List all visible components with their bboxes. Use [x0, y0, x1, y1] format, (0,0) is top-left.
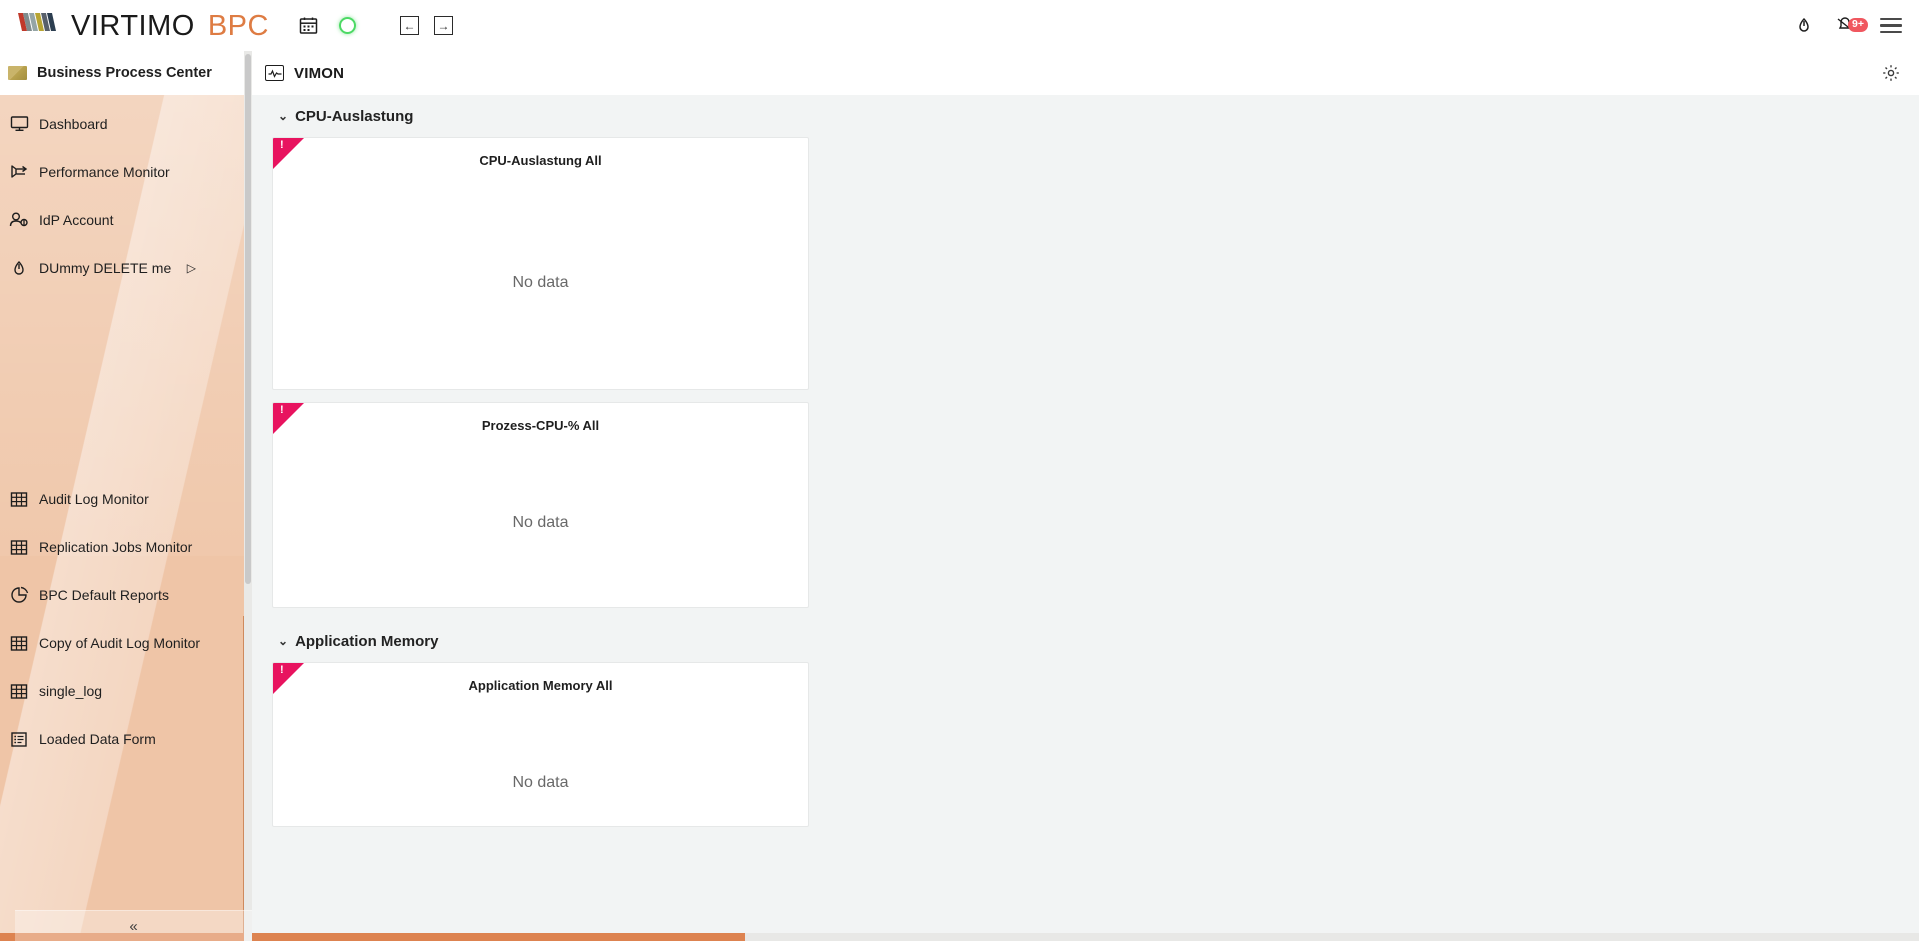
performance-icon	[8, 161, 30, 183]
sidebar-item-audit-log-monitor[interactable]: Audit Log Monitor	[0, 475, 252, 523]
widget-title: CPU-Auslastung All	[273, 138, 808, 168]
section-label: CPU-Auslastung	[295, 108, 413, 125]
widget-title: Application Memory All	[273, 663, 808, 693]
widget-card-application-memory-all[interactable]: ! Application Memory All No data	[272, 662, 809, 827]
sidebar-spacer	[0, 292, 252, 475]
sidebar-item-dashboard[interactable]: Dashboard	[0, 100, 252, 148]
widget-title: Prozess-CPU-% All	[273, 403, 808, 433]
table-icon	[8, 488, 30, 510]
sidebar-item-loaded-data-form[interactable]: Loaded Data Form	[0, 715, 252, 763]
monitor-icon	[8, 113, 30, 135]
notification-badge: 9+	[1848, 18, 1868, 33]
calendar-icon[interactable]	[297, 14, 321, 38]
alert-ribbon	[273, 138, 304, 169]
sidebar-item-label: BPC Default Reports	[39, 587, 169, 603]
nav-forward-button[interactable]: →	[434, 16, 453, 35]
status-online-indicator[interactable]	[336, 14, 360, 38]
sidebar-item-label: Audit Log Monitor	[39, 491, 149, 507]
sidebar: Business Process Center Dashboard	[0, 51, 252, 941]
folder-icon	[8, 66, 27, 80]
logo-text: VIRTIMO	[71, 10, 195, 43]
pie-chart-icon	[8, 584, 30, 606]
sidebar-item-dummy-delete-me[interactable]: DUmmy DELETE me ▷	[0, 244, 252, 292]
sidebar-item-label: Performance Monitor	[39, 164, 170, 180]
nav-back-button[interactable]: ←	[400, 16, 419, 35]
chevron-down-icon[interactable]: ⌄	[278, 110, 288, 122]
alert-ribbon	[273, 663, 304, 694]
sidebar-header: Business Process Center	[0, 51, 252, 95]
dashboard-body: ⌄ CPU-Auslastung ! CPU-Auslastung All No…	[252, 95, 1919, 827]
sidebar-collapse-button[interactable]: «	[15, 910, 252, 941]
widget-empty-state: No data	[273, 693, 808, 792]
alert-ribbon-mark: !	[280, 405, 284, 416]
hamburger-menu-icon[interactable]	[1880, 14, 1902, 37]
virtimo-logo-mark	[18, 9, 70, 40]
user-account-icon	[8, 209, 30, 231]
content-header: VIMON	[252, 51, 1919, 95]
section-label: Application Memory	[295, 633, 438, 650]
gear-icon[interactable]	[1880, 62, 1902, 84]
table-icon	[8, 632, 30, 654]
top-bar: VIRTIMO BPC ← →	[0, 0, 1919, 51]
widget-card-prozess-cpu-all[interactable]: ! Prozess-CPU-% All No data	[272, 402, 809, 608]
widget-empty-state: No data	[273, 168, 808, 292]
alert-ribbon	[273, 403, 304, 434]
sidebar-item-performance-monitor[interactable]: Performance Monitor	[0, 148, 252, 196]
widget-empty-state: No data	[273, 433, 808, 532]
sidebar-nav-top: Dashboard Performance Monitor	[0, 95, 252, 763]
main-content: VIMON ⌄ CPU-Auslastung	[252, 51, 1919, 941]
sidebar-item-replication-jobs-monitor[interactable]: Replication Jobs Monitor	[0, 523, 252, 571]
chevron-right-icon[interactable]: ▷	[187, 261, 196, 275]
sidebar-item-label: IdP Account	[39, 212, 113, 228]
sidebar-item-label: single_log	[39, 683, 102, 699]
top-nav-icons: ← →	[297, 14, 453, 38]
table-icon	[8, 536, 30, 558]
page-title: VIMON	[294, 65, 344, 82]
sidebar-item-label: Replication Jobs Monitor	[39, 539, 192, 555]
app-logo[interactable]: VIRTIMO BPC	[18, 9, 269, 43]
bottom-progress-strip	[0, 933, 1919, 941]
sidebar-item-label: Dashboard	[39, 116, 108, 132]
sidebar-item-label: Copy of Audit Log Monitor	[39, 635, 200, 651]
form-list-icon	[8, 728, 30, 750]
sidebar-item-label: DUmmy DELETE me	[39, 260, 171, 276]
sidebar-item-copy-of-audit-log-monitor[interactable]: Copy of Audit Log Monitor	[0, 619, 252, 667]
sidebar-scrollbar-thumb[interactable]	[245, 54, 251, 584]
alert-ribbon-mark: !	[280, 140, 284, 151]
notifications-button[interactable]: 9+	[1835, 14, 1861, 38]
sidebar-item-single-log[interactable]: single_log	[0, 667, 252, 715]
sidebar-item-idp-account[interactable]: IdP Account	[0, 196, 252, 244]
alert-ribbon-mark: !	[280, 665, 284, 676]
flame-icon	[8, 257, 30, 279]
table-icon	[8, 680, 30, 702]
section-header-application-memory[interactable]: ⌄ Application Memory	[278, 620, 1919, 662]
sidebar-item-bpc-default-reports[interactable]: BPC Default Reports	[0, 571, 252, 619]
sidebar-item-label: Loaded Data Form	[39, 731, 156, 747]
widget-card-cpu-auslastung-all[interactable]: ! CPU-Auslastung All No data	[272, 137, 809, 390]
chevron-down-icon[interactable]: ⌄	[278, 635, 288, 647]
sidebar-title: Business Process Center	[37, 65, 212, 81]
top-bar-actions: 9+	[1792, 14, 1902, 38]
pulse-monitor-icon	[265, 65, 284, 81]
power-icon[interactable]	[1792, 14, 1816, 38]
section-header-cpu-auslastung[interactable]: ⌄ CPU-Auslastung	[278, 95, 1919, 137]
logo-product-text: BPC	[208, 10, 269, 43]
